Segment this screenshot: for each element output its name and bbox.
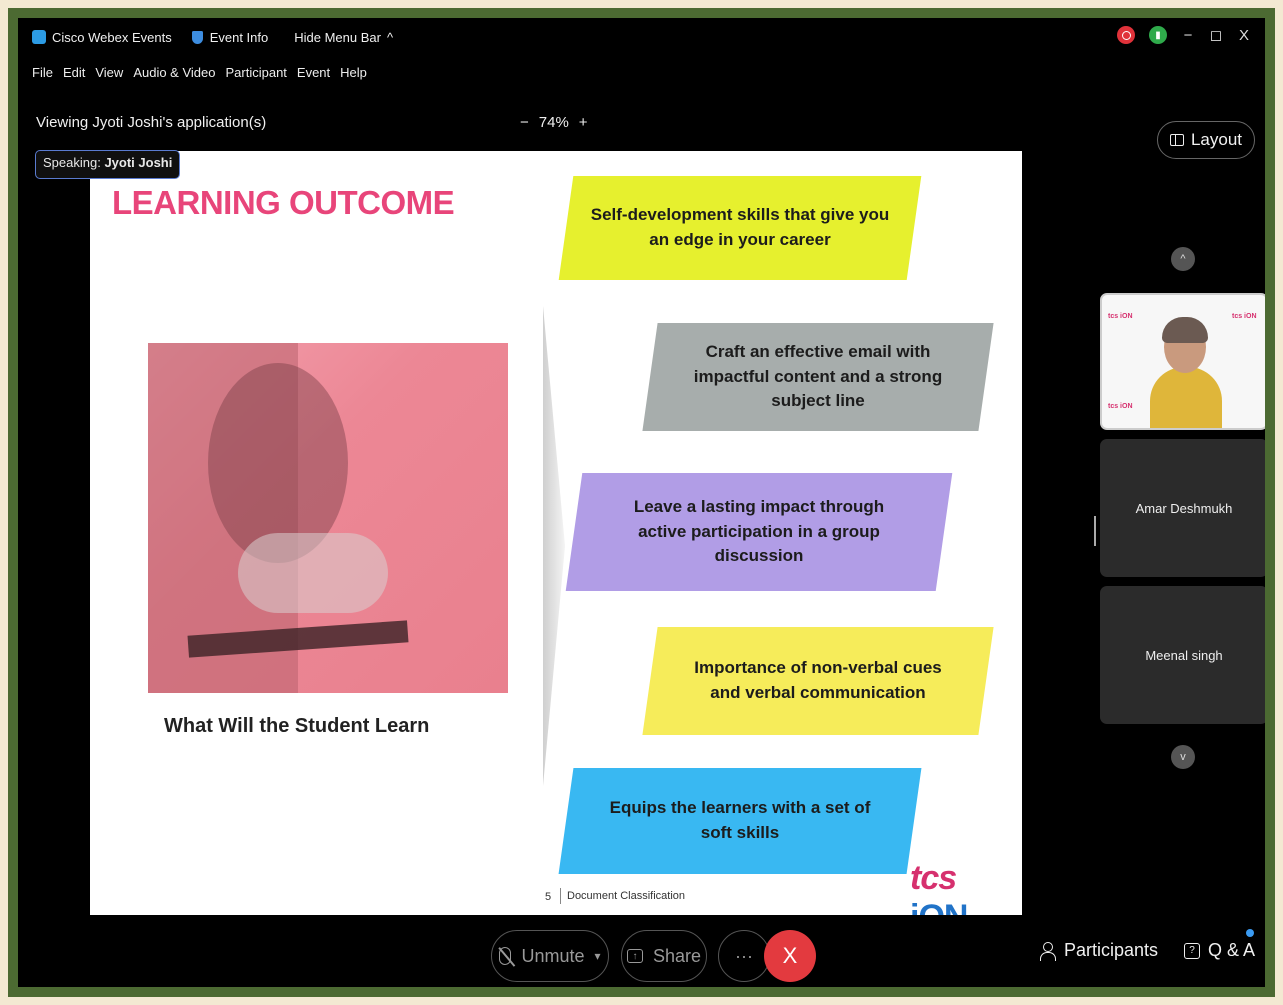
share-button[interactable]: ↑ Share — [621, 930, 707, 982]
app-name: Cisco Webex Events — [52, 29, 172, 45]
recording-icon[interactable] — [1117, 26, 1135, 44]
participants-label: Participants — [1064, 940, 1159, 960]
menu-file[interactable]: File — [32, 65, 53, 80]
participants-button[interactable]: Participants — [1040, 940, 1158, 961]
slide-page-number: 5 — [545, 891, 552, 903]
speaking-label: Speaking: — [43, 155, 101, 170]
menu-event[interactable]: Event — [297, 65, 330, 80]
restore-button[interactable]: ◻ — [1209, 26, 1223, 44]
hide-menu-bar-button[interactable]: Hide Menu Bar ^ — [294, 30, 393, 45]
shield-icon — [191, 30, 203, 44]
chevron-down-icon[interactable]: ▾ — [595, 949, 601, 963]
menu-help[interactable]: Help — [340, 65, 367, 80]
participant-name: Meenal singh — [1145, 647, 1223, 663]
app-title: Cisco Webex Events — [32, 30, 172, 45]
hide-menu-label: Hide Menu Bar — [294, 29, 381, 45]
menu-audio-video[interactable]: Audio & Video — [133, 65, 215, 80]
zoom-level: 74% — [538, 114, 569, 131]
network-health-icon[interactable]: ▮ — [1149, 26, 1167, 44]
student-photo — [148, 343, 508, 693]
tcs-ion-logo: tcs iON — [910, 859, 968, 915]
event-info-button[interactable]: Event Info — [191, 29, 269, 45]
layout-label: Layout — [1190, 130, 1242, 149]
outcome-box-5: Equips the learners with a set of soft s… — [566, 768, 914, 874]
slide-divider-arrow — [543, 306, 565, 786]
mic-muted-icon — [499, 947, 512, 965]
qa-button[interactable]: ? Q & A — [1184, 940, 1255, 961]
more-icon: ··· — [735, 945, 753, 966]
participant-tile-meenal[interactable]: Meenal singh — [1100, 586, 1265, 724]
scroll-up-button[interactable]: ^ — [1171, 247, 1195, 271]
more-options-button[interactable]: ··· — [718, 930, 770, 982]
speaker-name: Jyoti Joshi — [104, 155, 173, 170]
menu-view[interactable]: View — [95, 65, 123, 80]
qa-notification-dot — [1246, 929, 1254, 937]
viewing-status: Viewing Jyoti Joshi's application(s) — [36, 114, 267, 131]
qa-icon: ? — [1184, 942, 1200, 959]
video-tile-speaker[interactable]: tcs iON tcs iON tcs iON — [1100, 293, 1265, 430]
unmute-label: Unmute — [521, 945, 585, 966]
close-button[interactable]: X — [1237, 27, 1251, 44]
tcs-ion-watermark: tcs iON — [1108, 313, 1133, 320]
slide-title: LEARNING OUTCOME — [112, 184, 455, 221]
participant-tile-amar[interactable]: Amar Deshmukh — [1100, 439, 1265, 577]
webex-window: Cisco Webex Events Event Info Hide Menu … — [18, 18, 1265, 987]
outcome-text-3: Leave a lasting impact through active pa… — [633, 497, 885, 566]
webex-logo-icon — [32, 30, 46, 44]
layout-button[interactable]: Layout — [1156, 121, 1255, 159]
menu-bar: File Edit View Audio & Video Participant… — [18, 60, 367, 84]
speaker-video — [1150, 315, 1222, 428]
menu-edit[interactable]: Edit — [63, 65, 85, 80]
scroll-down-button[interactable]: v — [1171, 745, 1195, 769]
participant-name: Amar Deshmukh — [1135, 500, 1233, 516]
slide-caption: What Will the Student Learn — [164, 715, 430, 737]
panel-splitter[interactable] — [1094, 516, 1096, 546]
zoom-in-button[interactable]: + — [579, 114, 588, 131]
chevron-up-icon: ^ — [386, 29, 394, 45]
outcome-box-2: Craft an effective email with impactful … — [650, 323, 986, 431]
leave-button[interactable]: X — [764, 930, 816, 982]
event-info-label: Event Info — [209, 29, 269, 45]
unmute-button[interactable]: Unmute ▾ — [491, 930, 609, 982]
layout-icon — [1169, 134, 1184, 146]
zoom-control: − 74% + — [520, 114, 588, 131]
qa-label: Q & A — [1208, 940, 1256, 960]
share-icon: ↑ — [626, 949, 643, 963]
outcome-text-1: Self-development skills that give you an… — [590, 205, 890, 249]
speaking-indicator: Speaking: Jyoti Joshi — [35, 150, 181, 179]
shared-slide: LEARNING OUTCOME What Will the Student L… — [90, 151, 1022, 915]
document-classification: Document Classification — [560, 888, 685, 904]
zoom-out-button[interactable]: − — [520, 114, 529, 131]
participants-icon — [1040, 941, 1056, 961]
outcome-box-1: Self-development skills that give you an… — [566, 176, 914, 280]
share-label: Share — [652, 945, 702, 966]
outcome-text-2: Craft an effective email with impactful … — [693, 342, 943, 411]
window-controls: ▮ − ◻ X — [1117, 26, 1251, 44]
menu-participant[interactable]: Participant — [225, 65, 286, 80]
minimize-button[interactable]: − — [1181, 27, 1195, 44]
outcome-text-5: Equips the learners with a set of soft s… — [609, 798, 871, 842]
title-bar: Cisco Webex Events Event Info Hide Menu … — [18, 18, 1265, 56]
outcome-box-3: Leave a lasting impact through active pa… — [574, 473, 944, 591]
outcome-text-4: Importance of non-verbal cues and verbal… — [694, 658, 942, 702]
outcome-box-4: Importance of non-verbal cues and verbal… — [650, 627, 986, 735]
